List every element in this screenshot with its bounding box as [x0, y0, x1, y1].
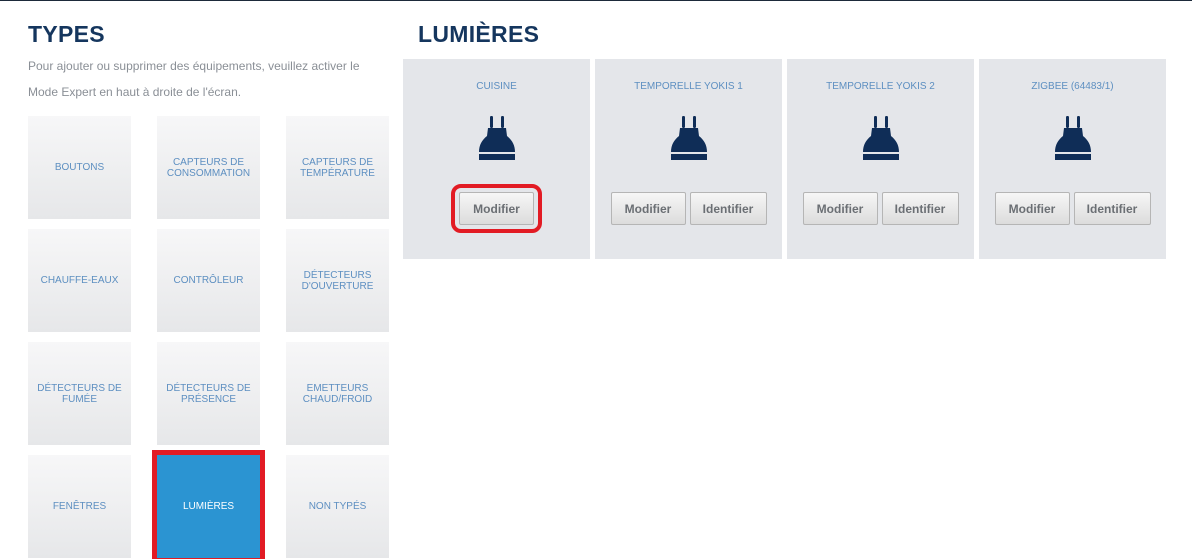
tile-detecteurs-ouverture[interactable]: DÉTECTEURS D'OUVERTURE — [286, 229, 389, 332]
device-name: CUISINE — [476, 81, 517, 92]
light-bulb-icon — [670, 116, 707, 160]
device-actions: Modifier — [403, 184, 590, 233]
device-card: TEMPORELLE YOKIS 1 Modifier Identifier — [595, 59, 782, 259]
device-card: CUISINE Modifier — [403, 59, 590, 259]
tile-fenetres[interactable]: FENÊTRES — [28, 455, 131, 558]
light-bulb-icon — [1054, 116, 1091, 160]
tile-lumieres[interactable]: LUMIÈRES — [152, 450, 265, 559]
tile-emetteurs-chaud-froid[interactable]: EMETTEURS CHAUD/FROID — [286, 342, 389, 445]
light-bulb-icon — [478, 116, 515, 160]
device-card: TEMPORELLE YOKIS 2 Modifier Identifier — [787, 59, 974, 259]
tile-capteurs-temperature[interactable]: CAPTEURS DE TEMPÉRATURE — [286, 116, 389, 219]
device-card: ZIGBEE (64483/1) Modifier Identifier — [979, 59, 1166, 259]
top-border — [0, 0, 1192, 1]
tile-chauffe-eaux[interactable]: CHAUFFE-EAUX — [28, 229, 131, 332]
type-tile-grid: BOUTONS CAPTEURS DE CONSOMMATION CAPTEUR… — [28, 116, 389, 559]
tile-detecteurs-fumee[interactable]: DÉTECTEURS DE FUMÉE — [28, 342, 131, 445]
types-title: TYPES — [28, 21, 105, 47]
identify-button[interactable]: Identifier — [689, 192, 767, 225]
identify-button[interactable]: Identifier — [881, 192, 959, 225]
expert-mode-hint: Pour ajouter ou supprimer des équipement… — [28, 59, 360, 99]
modify-button[interactable]: Modifier — [610, 192, 686, 225]
device-name: TEMPORELLE YOKIS 1 — [634, 81, 743, 92]
tile-detecteurs-presence[interactable]: DÉTECTEURS DE PRÉSENCE — [157, 342, 260, 445]
tile-boutons[interactable]: BOUTONS — [28, 116, 131, 219]
tile-controleur[interactable]: CONTRÔLEUR — [157, 229, 260, 332]
modify-button[interactable]: Modifier — [451, 184, 542, 233]
light-bulb-icon — [862, 116, 899, 160]
device-actions: Modifier Identifier — [595, 192, 782, 225]
modify-button[interactable]: Modifier — [994, 192, 1070, 225]
device-actions: Modifier Identifier — [787, 192, 974, 225]
device-name: TEMPORELLE YOKIS 2 — [826, 81, 935, 92]
modify-button[interactable]: Modifier — [802, 192, 878, 225]
lumieres-title: LUMIÈRES — [418, 21, 540, 47]
identify-button[interactable]: Identifier — [1073, 192, 1151, 225]
device-card-list: CUISINE Modifier TEMPORELLE YOKIS 1 Modi… — [403, 59, 1166, 259]
tile-capteurs-consommation[interactable]: CAPTEURS DE CONSOMMATION — [157, 116, 260, 219]
tile-non-types[interactable]: NON TYPÉS — [286, 455, 389, 558]
device-name: ZIGBEE (64483/1) — [1031, 81, 1114, 92]
device-actions: Modifier Identifier — [979, 192, 1166, 225]
